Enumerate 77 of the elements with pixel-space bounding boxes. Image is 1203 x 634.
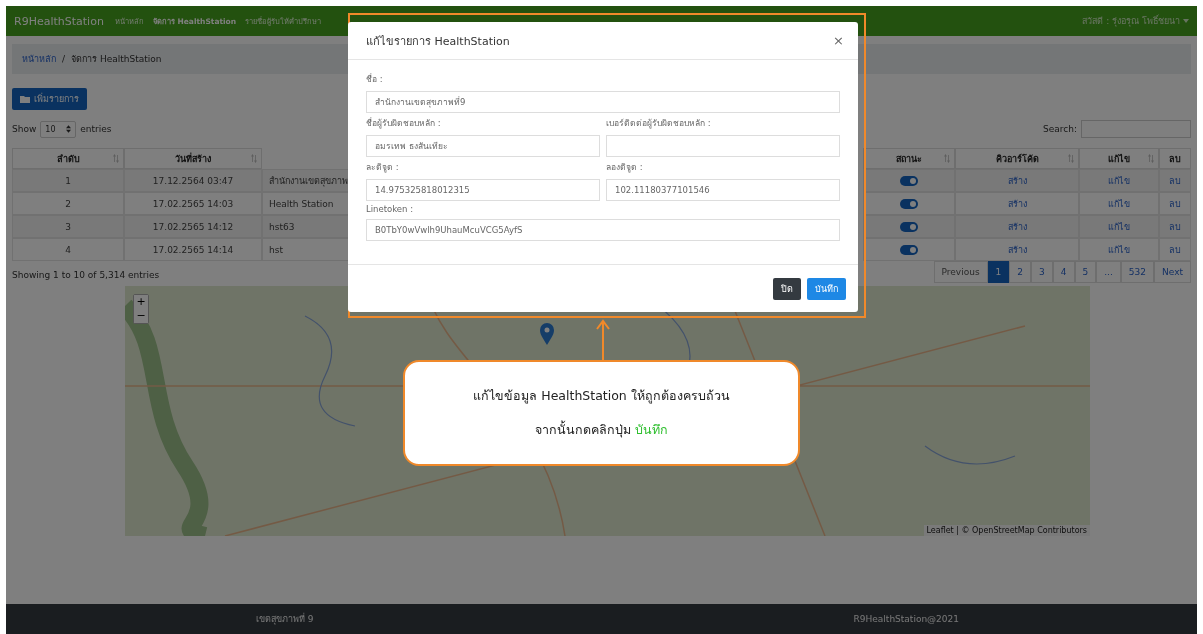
field-label: ลองติจูด : [606,161,644,174]
column-header[interactable]: แก้ไข [1079,148,1159,169]
field-label: ชื่อผู้รับผิดชอบหลัก : [366,116,442,130]
folder-icon [20,95,30,103]
input-field[interactable]: 14.975325818012315 [366,179,600,201]
save-button[interactable]: บันทึก [807,277,846,300]
table-cell: 2 [12,192,124,215]
table-cell: 4 [12,238,124,261]
map-attribution: Leaflet | © OpenStreetMap Contributors [923,525,1090,536]
table-cell: 17.02.2565 14:14 [124,238,262,261]
input-field[interactable]: สำนักงานเขตสุขภาพที่9 [366,91,840,113]
page-button[interactable]: 5 [1074,261,1097,283]
input-field[interactable]: อมรเทพ ธงสันเทียะ [366,135,600,157]
input-field[interactable]: 102.11180377101546 [606,179,840,201]
caret-icon [1183,19,1189,23]
page-button[interactable]: 1 [987,261,1010,283]
input-field[interactable] [606,135,840,157]
page-button[interactable]: Next [1154,261,1191,283]
close-modal-button[interactable]: ปิด [773,277,801,300]
breadcrumb-link[interactable]: หน้าหลัก [22,52,56,66]
status-toggle[interactable] [900,198,918,209]
column-header[interactable]: สถานะ [863,148,955,169]
status-toggle[interactable] [900,221,918,232]
column-header[interactable]: คิวอาร์โค้ด [955,148,1079,169]
modal-title: แก้ไขรายการ HealthStation [366,33,510,50]
qr-create-link[interactable]: สร้าง [1007,196,1027,211]
updown-icon [66,125,72,133]
callout-text: แก้ไขข้อมูล HealthStation ให้ถูกต้องครบถ้วน [473,387,730,406]
field-label: ชื่อ : [366,72,384,86]
field-label: ละติจูด : [366,161,400,174]
edit-link[interactable]: แก้ไข [1108,173,1130,188]
page-button[interactable]: ... [1096,261,1121,283]
user-menu[interactable]: สวัสดี : รุ่งอรุณ โพธิ์ชยนา [1082,14,1189,28]
sort-icon [251,154,257,163]
entries-label: entries [80,124,112,134]
table-cell: 17.12.2564 03:47 [124,169,262,192]
callout-text: จากนั้นกดคลิกปุ่ม บันทึก [535,420,668,440]
status-toggle[interactable] [900,244,918,255]
field-label: เบอร์ติดต่อผู้รับผิดชอบหลัก : [606,117,712,130]
field-label: Linetoken : [366,204,415,214]
table-cell: 17.02.2565 14:12 [124,215,262,238]
status-toggle[interactable] [900,175,918,186]
sort-icon [1148,154,1154,163]
footer-copyright: R9HealthStation@2021 [853,614,959,624]
edit-link[interactable]: แก้ไข [1108,196,1130,211]
edit-link[interactable]: แก้ไข [1108,219,1130,234]
input-field[interactable]: B0TbY0wVwlh9UhauMcuVCG5AyfS [366,219,840,241]
qr-create-link[interactable]: สร้าง [1007,219,1027,234]
table-cell: 17.02.2565 14:03 [124,192,262,215]
qr-create-link[interactable]: สร้าง [1007,242,1027,257]
page-button[interactable]: 3 [1031,261,1053,283]
sort-icon [113,154,119,163]
table-cell: 3 [12,215,124,238]
map-marker-icon [540,323,554,345]
page-button[interactable]: Previous [933,261,988,283]
table-info: Showing 1 to 10 of 5,314 entries [12,270,160,280]
search-label: Search: [1043,124,1077,134]
search-field[interactable] [1081,120,1191,138]
sort-icon [1068,154,1074,163]
close-button[interactable]: × [831,33,846,48]
breadcrumb-separator: / [62,54,66,64]
column-header: ลบ [1159,148,1191,169]
column-header[interactable]: วันที่สร้าง [124,148,262,169]
footer-text: เขตสุขภาพที่ 9 [256,612,314,626]
entries-select[interactable]: 10 [40,120,77,138]
page-button[interactable]: 532 [1120,261,1155,283]
column-header[interactable]: ลำดับ [12,148,124,169]
page-button[interactable]: 2 [1009,261,1032,283]
add-button[interactable]: เพิ่มรายการ [12,88,87,110]
qr-create-link[interactable]: สร้าง [1007,173,1027,188]
show-label: Show [12,124,37,134]
page-button[interactable]: 4 [1052,261,1075,283]
sort-icon [944,154,950,163]
edit-link[interactable]: แก้ไข [1108,242,1130,257]
brand-link[interactable]: R9HealthStation [14,14,104,28]
table-cell: 1 [12,169,124,192]
breadcrumb-current: จัดการ HealthStation [71,53,162,66]
